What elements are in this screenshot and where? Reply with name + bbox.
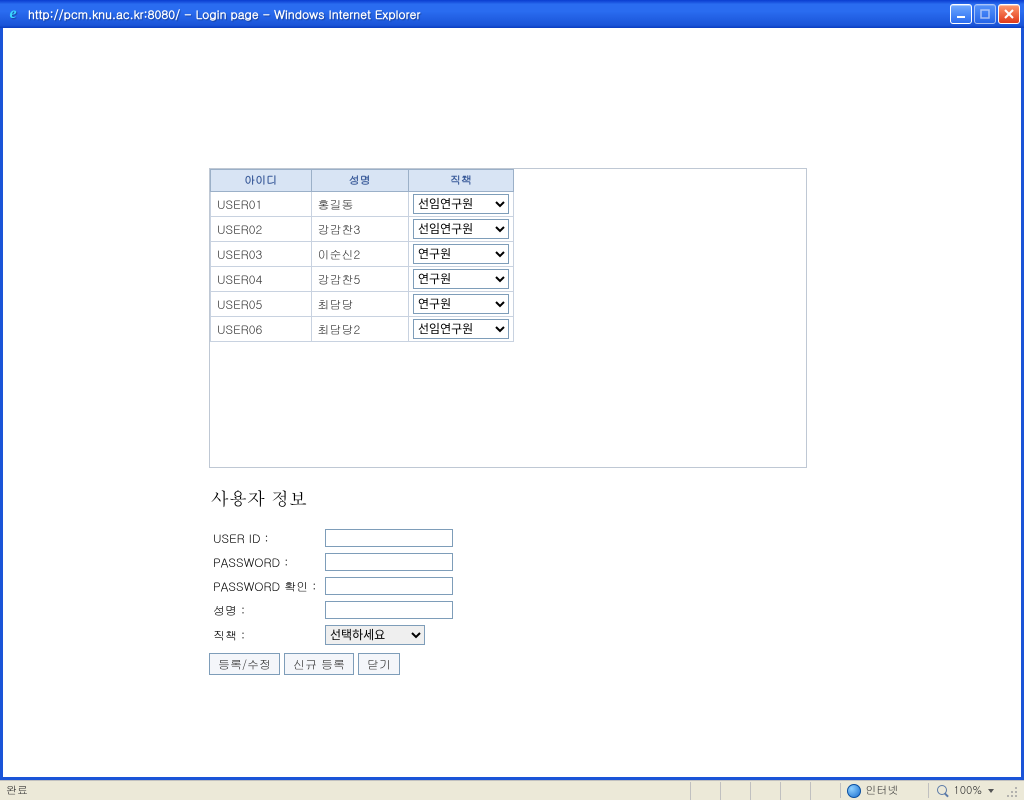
cell-id: USER01	[211, 192, 312, 217]
label-password: PASSWORD :	[211, 551, 321, 573]
user-table-header-row: 아이디 성명 직책	[211, 170, 514, 192]
status-bar: 완료 인터넷 100%	[0, 780, 1024, 800]
section-title: 사용자 정보	[211, 486, 807, 511]
cell-id: USER02	[211, 217, 312, 242]
internet-zone-label: 인터넷	[865, 783, 898, 798]
close-form-button[interactable]: 닫기	[358, 653, 400, 675]
table-row[interactable]: USER04 강감찬5 연구원	[211, 267, 514, 292]
cell-name: 강감찬5	[311, 267, 408, 292]
status-text: 완료	[4, 783, 28, 798]
maximize-button[interactable]	[974, 4, 996, 24]
new-button[interactable]: 신규 등록	[284, 653, 354, 675]
label-password-confirm: PASSWORD 확인 :	[211, 575, 321, 597]
role-select[interactable]: 선임연구원	[413, 319, 509, 339]
globe-icon	[847, 784, 861, 798]
cell-name: 최담당2	[311, 317, 408, 342]
cell-id: USER04	[211, 267, 312, 292]
password-confirm-field[interactable]	[325, 577, 453, 595]
form-button-row: 등록/수정 신규 등록 닫기	[209, 653, 807, 675]
label-role: 직책 :	[211, 623, 321, 647]
cell-name: 이순신2	[311, 242, 408, 267]
window-title: http://pcm.knu.ac.kr:8080/ - Login page …	[28, 6, 950, 23]
resize-grip[interactable]	[1006, 784, 1020, 798]
name-field[interactable]	[325, 601, 453, 619]
close-button[interactable]	[998, 4, 1020, 24]
cell-name: 강감찬3	[311, 217, 408, 242]
header-role: 직책	[408, 170, 513, 192]
table-row[interactable]: USER01 홍길동 선임연구원	[211, 192, 514, 217]
table-row[interactable]: USER05 최담당 연구원	[211, 292, 514, 317]
cell-id: USER05	[211, 292, 312, 317]
role-field[interactable]: 선택하세요	[325, 625, 425, 645]
role-select[interactable]: 연구원	[413, 244, 509, 264]
zoom-level: 100%	[953, 783, 982, 798]
internet-zone-pane[interactable]: 인터넷	[840, 783, 928, 798]
user-id-field[interactable]	[325, 529, 453, 547]
label-name: 성명 :	[211, 599, 321, 621]
cell-name: 최담당	[311, 292, 408, 317]
role-select[interactable]: 연구원	[413, 269, 509, 289]
table-row[interactable]: USER02 강감찬3 선임연구원	[211, 217, 514, 242]
cell-id: USER06	[211, 317, 312, 342]
cell-name: 홍길동	[311, 192, 408, 217]
save-button[interactable]: 등록/수정	[209, 653, 280, 675]
zoom-pane[interactable]: 100%	[928, 783, 1002, 798]
password-field[interactable]	[325, 553, 453, 571]
window-controls	[950, 4, 1020, 24]
ie-icon: e	[4, 5, 22, 23]
role-select[interactable]: 선임연구원	[413, 194, 509, 214]
header-id: 아이디	[211, 170, 312, 192]
user-form: USER ID : PASSWORD : PASSWORD 확인 : 성명 : …	[209, 525, 457, 649]
magnifier-icon	[937, 785, 949, 797]
table-row[interactable]: USER06 최담당2 선임연구원	[211, 317, 514, 342]
window-titlebar: e http://pcm.knu.ac.kr:8080/ - Login pag…	[0, 0, 1024, 28]
cell-id: USER03	[211, 242, 312, 267]
role-select[interactable]: 선임연구원	[413, 219, 509, 239]
role-select[interactable]: 연구원	[413, 294, 509, 314]
chevron-down-icon	[988, 789, 994, 793]
status-panes	[690, 782, 840, 800]
label-user-id: USER ID :	[211, 527, 321, 549]
header-name: 성명	[311, 170, 408, 192]
table-row[interactable]: USER03 이순신2 연구원	[211, 242, 514, 267]
user-table: 아이디 성명 직책 USER01 홍길동 선임연구원 USER02	[210, 169, 514, 342]
page-content: 아이디 성명 직책 USER01 홍길동 선임연구원 USER02	[0, 28, 1024, 780]
minimize-button[interactable]	[950, 4, 972, 24]
user-list-panel: 아이디 성명 직책 USER01 홍길동 선임연구원 USER02	[209, 168, 807, 468]
